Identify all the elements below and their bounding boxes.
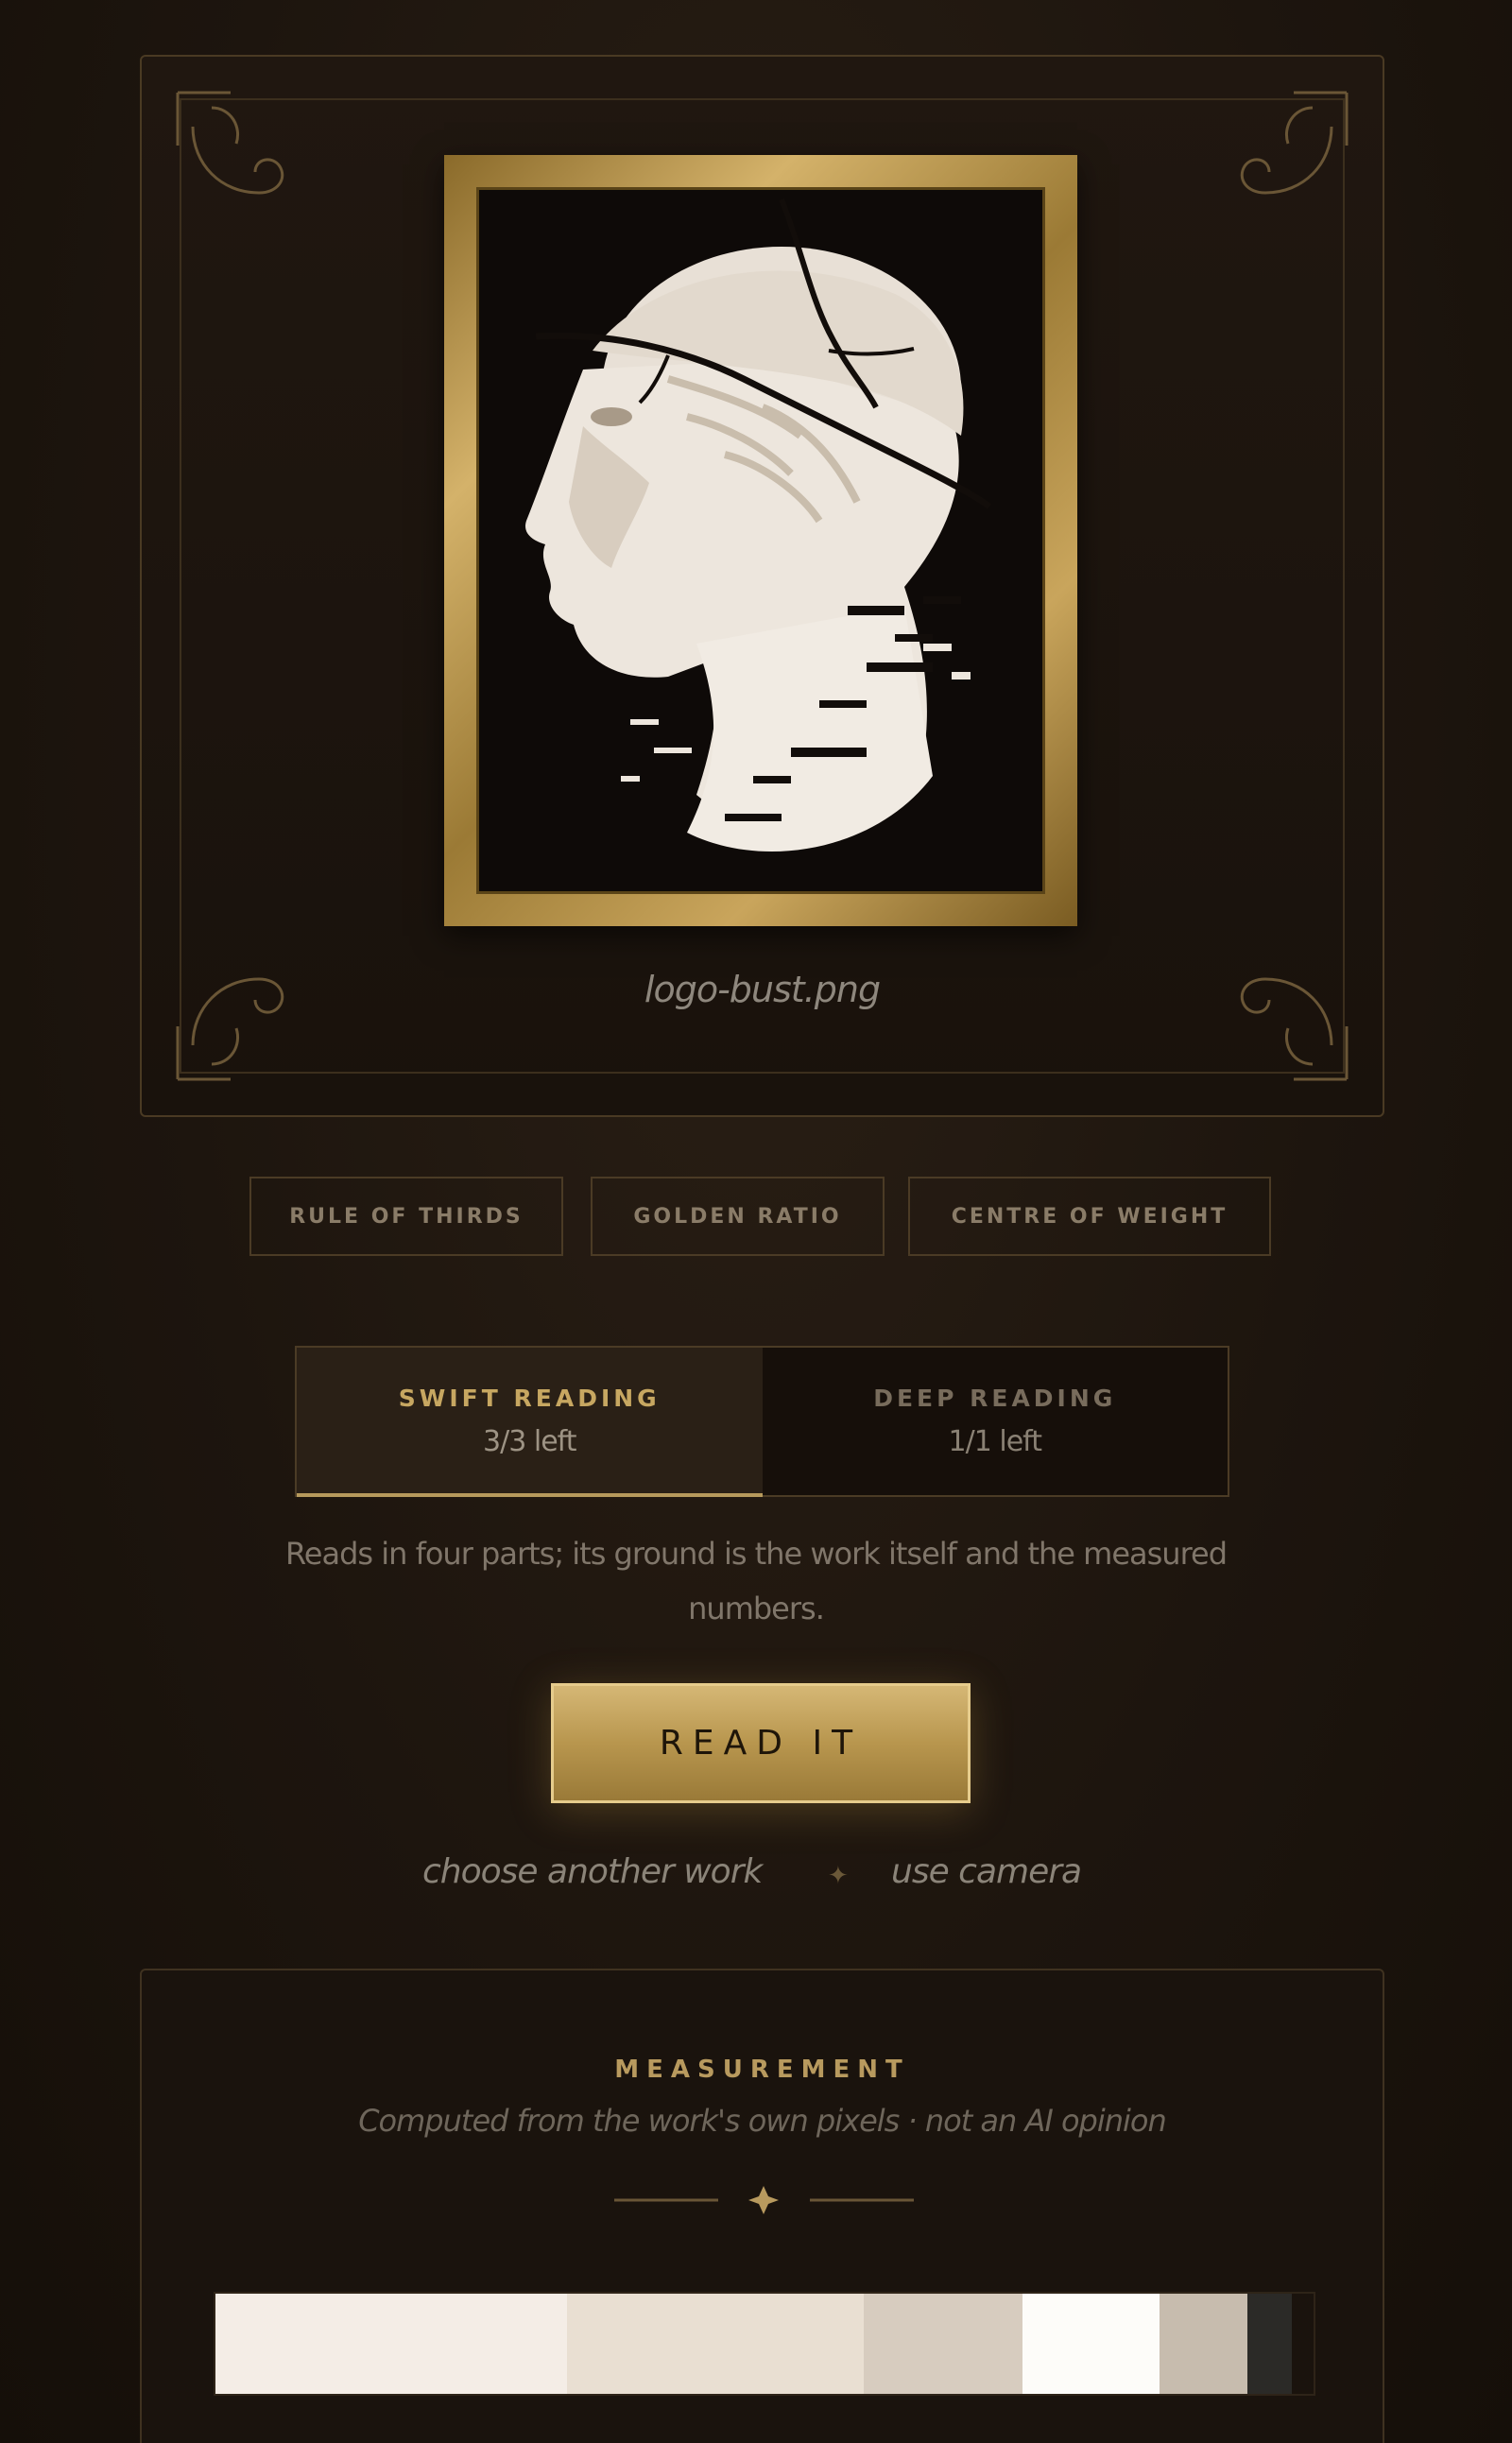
ornament-divider-icon — [614, 2186, 914, 2214]
secondary-actions: choose another work ✦ use camera — [0, 1852, 1512, 1900]
artwork-image — [476, 187, 1045, 894]
mode-remaining: 1/1 left — [948, 1425, 1042, 1458]
composition-tools: RULE OF THIRDS GOLDEN RATIO CENTRE OF WE… — [0, 1177, 1512, 1256]
read-it-button[interactable]: READ IT — [551, 1683, 971, 1803]
palette-swatch — [566, 2294, 864, 2394]
sparkle-separator-icon: ✦ — [828, 1862, 849, 1890]
mode-title: DEEP READING — [873, 1385, 1117, 1412]
centre-of-weight-button[interactable]: CENTRE OF WEIGHT — [908, 1177, 1271, 1256]
reading-mode-toggle: SWIFT READING 3/3 left DEEP READING 1/1 … — [295, 1346, 1229, 1497]
palette-swatch — [215, 2294, 567, 2394]
tab-deep-reading[interactable]: DEEP READING 1/1 left — [762, 1348, 1228, 1495]
measurement-card: MEASUREMENT Computed from the work's own… — [140, 1969, 1384, 2443]
use-camera-link[interactable]: use camera — [891, 1852, 1082, 1891]
artwork-card: logo-bust.png — [140, 55, 1384, 1117]
mode-description: Reads in four parts; its ground is the w… — [284, 1536, 1228, 1626]
choose-another-work-link[interactable]: choose another work — [422, 1852, 763, 1891]
measurement-subtitle: Computed from the work's own pixels · no… — [358, 2103, 1167, 2139]
color-palette-bar — [214, 2292, 1315, 2396]
artwork-filename: logo-bust.png — [644, 969, 881, 1010]
palette-swatch — [863, 2294, 1023, 2394]
corner-ornament-icon — [1240, 91, 1349, 195]
palette-swatch — [1022, 2294, 1160, 2394]
gold-picture-frame — [444, 155, 1077, 926]
palette-swatch — [1247, 2294, 1292, 2394]
golden-ratio-button[interactable]: GOLDEN RATIO — [591, 1177, 885, 1256]
palette-swatch — [1160, 2294, 1248, 2394]
tab-swift-reading[interactable]: SWIFT READING 3/3 left — [297, 1348, 763, 1497]
mode-remaining: 3/3 left — [483, 1425, 576, 1458]
measurement-title: MEASUREMENT — [614, 2056, 910, 2084]
mode-title: SWIFT READING — [398, 1385, 661, 1412]
rule-of-thirds-button[interactable]: RULE OF THIRDS — [249, 1177, 563, 1256]
marble-bust-icon — [525, 198, 992, 852]
corner-ornament-icon — [176, 91, 284, 195]
